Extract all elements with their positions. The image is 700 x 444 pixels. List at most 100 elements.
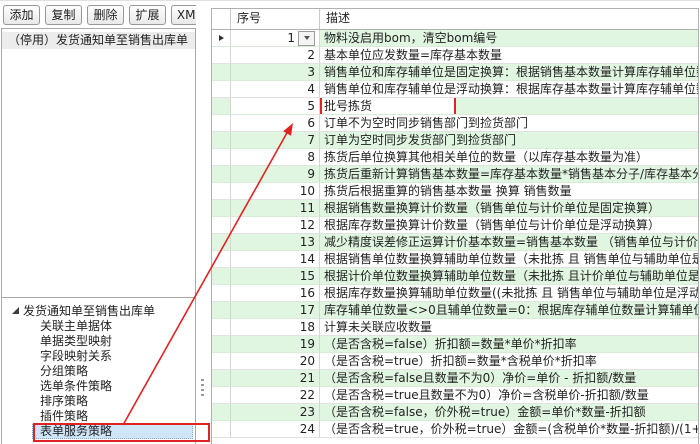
row-number-cell[interactable]: 15 — [231, 268, 320, 285]
row-description-cell[interactable]: 订单为空时同步发货部门到捡货部门 — [320, 132, 698, 149]
table-row[interactable]: 15 根据计价单位数量换算辅助单位数量（未批拣 且计价单位与辅助单位是固定换算） — [212, 268, 698, 285]
row-number-cell[interactable]: 8 — [231, 149, 320, 166]
row-number-cell[interactable]: 3 — [231, 64, 320, 81]
table-row[interactable]: 11 根据销售数量换算计价数量（销售单位与计价单位是固定换算） — [212, 200, 698, 217]
table-row[interactable]: 12 根据库存数量换算计价数量（销售单位与计价单位是浮动换算） — [212, 217, 698, 234]
column-header-number[interactable]: 序号 — [231, 9, 320, 29]
tree-item-选单条件策略[interactable]: 选单条件策略 — [2, 379, 195, 394]
tree-expanded-icon[interactable] — [12, 307, 19, 314]
row-number-cell[interactable]: 11 — [231, 200, 320, 217]
table-row[interactable]: 10 拣货后根据重算的销售基本数量 换算 销售数量 — [212, 183, 698, 200]
add-button[interactable]: 添加 — [3, 5, 40, 25]
column-header-description[interactable]: 描述 — [320, 9, 698, 29]
table-row[interactable]: 14 根据销售单位数量换算辅助单位数量（未批拣 且 销售单位与辅助单位是固定换算… — [212, 251, 698, 268]
row-description-cell[interactable]: 销售单位和库存辅单位是浮动换算：根据库存基本数量计算库存辅单位数量 — [320, 81, 698, 98]
tree-item-分组策略[interactable]: 分组策略 — [2, 364, 195, 379]
row-number-cell[interactable]: 9 — [231, 166, 320, 183]
tree-children: 关联主单据体 单据类型映射 字段映射关系 分组策略 选单条件策略 排序策略 插件… — [2, 319, 195, 439]
table-row[interactable]: 16 根据库存数量换算辅助单位数量((未批拣 且 销售单位与辅助单位是浮动换算 … — [212, 285, 698, 302]
row-description-cell[interactable]: 根据库存数量换算辅助单位数量((未批拣 且 销售单位与辅助单位是浮动换算 and… — [320, 285, 698, 302]
table-row[interactable]: 8 拣货后单位换算其他相关单位的数量（以库存基本数量为准） — [212, 149, 698, 166]
delete-button[interactable]: 删除 — [87, 5, 124, 25]
row-description-cell[interactable]: （是否含税=false）折扣额=数量*单价*折扣率 — [320, 336, 698, 353]
tree-item-单据类型映射[interactable]: 单据类型映射 — [2, 334, 195, 349]
row-number-cell[interactable]: 23 — [231, 404, 320, 421]
tree-item-排序策略[interactable]: 排序策略 — [2, 394, 195, 409]
row-description-cell[interactable]: （是否含税=false，价外税=true）金额=单价*数量-折扣额 — [320, 404, 698, 421]
row-description-cell[interactable]: 根据销售单位数量换算辅助单位数量（未批拣 且 销售单位与辅助单位是固定换算） — [320, 251, 698, 268]
row-number-cell[interactable]: 24 — [231, 421, 320, 438]
table-row[interactable]: 4 销售单位和库存辅单位是浮动换算：根据库存基本数量计算库存辅单位数量 — [212, 81, 698, 98]
row-description-cell[interactable]: （是否含税=false且数量不为0）净价=单价 - 折扣额/数量 — [320, 370, 698, 387]
table-row[interactable]: 3 销售单位和库存辅单位是固定换算：根据销售基本数量计算库存辅单位数量 — [212, 64, 698, 81]
row-description-cell[interactable]: 计算未关联应收数量 — [320, 319, 698, 336]
row-description-cell[interactable]: （是否含税=true）折扣额=数量*含税单价*折扣率 — [320, 353, 698, 370]
row-description: 根据库存数量换算辅助单位数量((未批拣 且 销售单位与辅助单位是浮动换算 and… — [320, 286, 698, 300]
copy-button[interactable]: 复制 — [45, 5, 82, 25]
row-description-cell[interactable]: 拣货后重新计算销售基本数量=库存基本数量*销售基本分子/库存基本分母 — [320, 166, 698, 183]
row-number-cell[interactable]: 20 — [231, 353, 320, 370]
row-number-cell[interactable]: 21 — [231, 370, 320, 387]
extend-button[interactable]: 扩展 — [129, 5, 166, 25]
table-row[interactable]: 24 （是否含税=true，价外税=true）金额=(含税单价*数量-折扣额)/… — [212, 421, 698, 438]
row-description-cell[interactable]: 批号拣货 — [320, 98, 698, 115]
row-number-cell[interactable]: 19 — [231, 336, 320, 353]
table-row[interactable]: 2 基本单位应发数量=库存基本数量 — [212, 47, 698, 64]
row-number-cell[interactable]: 22 — [231, 387, 320, 404]
row-description-cell[interactable]: （是否含税=true且数量不为0）净价=含税单价-折扣额/数量 — [320, 387, 698, 404]
row-description-cell[interactable]: 销售单位和库存辅单位是固定换算：根据销售基本数量计算库存辅单位数量 — [320, 64, 698, 81]
row-number-cell[interactable]: 18 — [231, 319, 320, 336]
tree-item-label: 选单条件策略 — [40, 379, 112, 393]
app-window: 添加 复制 删除 扩展 XML （停用）发货通知单至销售出库单 发货通知单至销售… — [0, 0, 700, 444]
row-number-cell[interactable]: 12 — [231, 217, 320, 234]
table-row[interactable]: 23 （是否含税=false，价外税=true）金额=单价*数量-折扣额 — [212, 404, 698, 421]
table-row[interactable]: 20 （是否含税=true）折扣额=数量*含税单价*折扣率 — [212, 353, 698, 370]
tree-item-表单服务策略[interactable]: 表单服务策略 — [2, 424, 195, 439]
row-description-cell[interactable]: （是否含税=true，价外税=true）金额=(含税单价*数量-折扣额)/(1+… — [320, 421, 698, 438]
table-row[interactable]: 5 批号拣货 — [212, 98, 698, 115]
tree-item-字段映射关系[interactable]: 字段映射关系 — [2, 349, 195, 364]
row-description-cell[interactable]: 拣货后单位换算其他相关单位的数量（以库存基本数量为准） — [320, 149, 698, 166]
tree-root-item[interactable]: 发货通知单至销售出库单 — [2, 303, 195, 319]
row-description-cell[interactable]: 基本单位应发数量=库存基本数量 — [320, 47, 698, 64]
dropdown-button[interactable] — [298, 31, 315, 46]
table-row[interactable]: 7 订单为空时同步发货部门到捡货部门 — [212, 132, 698, 149]
row-number-cell[interactable]: 5 — [231, 98, 320, 115]
table-row[interactable]: 9 拣货后重新计算销售基本数量=库存基本数量*销售基本分子/库存基本分母 — [212, 166, 698, 183]
row-number: 12 — [300, 218, 315, 232]
row-description-cell[interactable]: 减少精度误差修正运算计价基本数量=销售基本数量 （销售单位与计价单位是固定换算） — [320, 234, 698, 251]
panel-splitter[interactable] — [196, 1, 211, 444]
row-number-cell[interactable]: 2 — [231, 47, 320, 64]
tree-item-插件策略[interactable]: 插件策略 — [2, 409, 195, 424]
row-number-cell[interactable]: 7 — [231, 132, 320, 149]
row-description-cell[interactable]: 拣货后根据重算的销售基本数量 换算 销售数量 — [320, 183, 698, 200]
row-marker-cell — [212, 183, 231, 200]
table-row[interactable]: 22 （是否含税=true且数量不为0）净价=含税单价-折扣额/数量 — [212, 387, 698, 404]
table-row[interactable]: 17 库存辅单位数量<>0且辅单位数量=0：根据库存辅单位数量计算辅单位数量 — [212, 302, 698, 319]
table-row[interactable]: 19 （是否含税=false）折扣额=数量*单价*折扣率 — [212, 336, 698, 353]
row-number-cell[interactable]: 6 — [231, 115, 320, 132]
tree-item-关联主单据体[interactable]: 关联主单据体 — [2, 319, 195, 334]
row-description-cell[interactable]: 物料没启用bom，清空bom编号 — [320, 30, 698, 47]
row-number-cell[interactable]: 4 — [231, 81, 320, 98]
row-number-cell[interactable]: 16 — [231, 285, 320, 302]
row-number-cell[interactable]: 10 — [231, 183, 320, 200]
row-description-cell[interactable]: 根据库存数量换算计价数量（销售单位与计价单位是浮动换算） — [320, 217, 698, 234]
row-description-cell[interactable]: 根据销售数量换算计价数量（销售单位与计价单位是固定换算） — [320, 200, 698, 217]
row-number-cell[interactable]: 1 — [231, 30, 320, 47]
table-row[interactable]: 13 减少精度误差修正运算计价基本数量=销售基本数量 （销售单位与计价单位是固定… — [212, 234, 698, 251]
row-description: 根据库存数量换算计价数量（销售单位与计价单位是浮动换算） — [320, 218, 660, 232]
table-row[interactable]: 21 （是否含税=false且数量不为0）净价=单价 - 折扣额/数量 — [212, 370, 698, 387]
table-row[interactable]: 6 订单不为空时同步销售部门到捡货部门 — [212, 115, 698, 132]
table-row[interactable]: 1 物料没启用bom，清空bom编号 — [212, 30, 698, 47]
strategy-tree-panel: 发货通知单至销售出库单 关联主单据体 单据类型映射 字段映射关系 分组策略 选单… — [1, 297, 196, 444]
row-number-cell[interactable]: 17 — [231, 302, 320, 319]
row-marker-cell — [212, 115, 231, 132]
row-description-cell[interactable]: 订单不为空时同步销售部门到捡货部门 — [320, 115, 698, 132]
list-item-disabled-mapping[interactable]: （停用）发货通知单至销售出库单 — [2, 32, 195, 49]
row-number-cell[interactable]: 13 — [231, 234, 320, 251]
row-description-cell[interactable]: 根据计价单位数量换算辅助单位数量（未批拣 且计价单位与辅助单位是固定换算） — [320, 268, 698, 285]
row-number-cell[interactable]: 14 — [231, 251, 320, 268]
row-description-cell[interactable]: 库存辅单位数量<>0且辅单位数量=0：根据库存辅单位数量计算辅单位数量 — [320, 302, 698, 319]
table-row[interactable]: 18 计算未关联应收数量 — [212, 319, 698, 336]
